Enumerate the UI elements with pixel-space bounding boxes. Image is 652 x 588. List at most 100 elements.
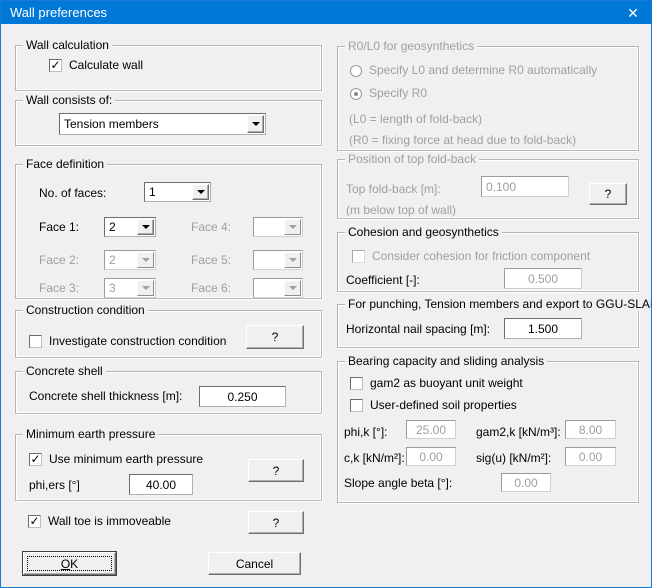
dropdown-button xyxy=(284,280,301,296)
checkbox-unchecked-icon[interactable] xyxy=(350,377,363,390)
sig-u-label: sig(u) [kN/m²]: xyxy=(476,452,551,465)
specify-l0-radio: Specify L0 and determine R0 automaticall… xyxy=(350,64,597,77)
checkbox-checked-icon[interactable]: ✓ xyxy=(28,515,41,528)
wall-toe-immoveable-checkbox[interactable]: ✓ Wall toe is immoveable xyxy=(28,515,171,528)
checkbox-unchecked-icon[interactable] xyxy=(29,335,42,348)
dropdown-button xyxy=(284,219,301,235)
face2-label: Face 2: xyxy=(39,254,79,267)
use-min-earth-pressure-checkbox[interactable]: ✓ Use minimum earth pressure xyxy=(29,453,203,466)
face6-dropdown xyxy=(253,278,303,298)
titlebar: Wall preferences ✕ xyxy=(1,1,651,24)
c-k-label: c,k [kN/m²]: xyxy=(344,452,405,465)
face1-label: Face 1: xyxy=(39,221,79,234)
checkbox-checked-icon[interactable]: ✓ xyxy=(49,59,62,72)
dropdown-button xyxy=(284,252,301,268)
chevron-down-icon xyxy=(289,286,297,294)
group-wall-consists-of: Wall consists of: Tension members xyxy=(15,100,322,146)
concrete-thickness-input[interactable] xyxy=(199,386,286,407)
dropdown-button[interactable] xyxy=(137,219,154,235)
wall-toe-help-button[interactable]: ? xyxy=(248,511,304,534)
no-of-faces-label: No. of faces: xyxy=(39,187,106,200)
l0-note: (L0 = length of fold-back) xyxy=(349,113,482,126)
face6-label: Face 6: xyxy=(191,282,231,295)
chevron-down-icon xyxy=(252,122,260,130)
checkbox-unchecked-icon xyxy=(352,250,365,263)
top-fold-back-note: (m below top of wall) xyxy=(346,204,456,217)
chevron-down-icon xyxy=(142,286,150,294)
top-fold-back-help-button[interactable]: ? xyxy=(589,183,627,205)
group-bearing-capacity: Bearing capacity and sliding analysis ga… xyxy=(337,361,639,503)
construction-help-button[interactable]: ? xyxy=(246,325,304,349)
consider-cohesion-checkbox: Consider cohesion for friction component xyxy=(352,250,590,263)
dropdown-button[interactable] xyxy=(247,115,264,133)
specify-r0-radio: Specify R0 xyxy=(350,87,427,100)
group-legend: Minimum earth pressure xyxy=(23,428,158,441)
face4-label: Face 4: xyxy=(191,221,231,234)
dropdown-button xyxy=(137,280,154,296)
calculate-wall-checkbox[interactable]: ✓ Calculate wall xyxy=(49,59,143,72)
face2-dropdown: 2 xyxy=(104,250,156,270)
face4-dropdown xyxy=(253,217,303,237)
group-legend: Bearing capacity and sliding analysis xyxy=(345,355,547,368)
gam2-k-input xyxy=(565,420,616,439)
r0-note: (R0 = fixing force at head due to fold-b… xyxy=(349,134,576,147)
top-fold-back-label: Top fold-back [m]: xyxy=(346,183,441,196)
min-earth-pressure-help-button[interactable]: ? xyxy=(248,459,304,482)
gam2-k-label: gam2,k [kN/m³]: xyxy=(476,426,561,439)
group-legend: Position of top fold-back xyxy=(345,153,479,166)
chevron-down-icon xyxy=(142,225,150,233)
phi-k-label: phi,k [°]: xyxy=(344,426,387,439)
phi-ers-input[interactable] xyxy=(129,474,193,495)
gam2-buoyant-checkbox[interactable]: gam2 as buoyant unit weight xyxy=(350,377,523,390)
group-r0-l0: R0/L0 for geosynthetics Specify L0 and d… xyxy=(337,46,639,151)
wall-preferences-dialog: Wall preferences ✕ Wall calculation ✓ Ca… xyxy=(0,0,652,588)
top-fold-back-input xyxy=(481,176,569,197)
group-legend: R0/L0 for geosynthetics xyxy=(345,40,477,53)
dropdown-button[interactable] xyxy=(192,184,209,200)
c-k-input xyxy=(406,447,456,466)
group-legend: Cohesion and geosynthetics xyxy=(345,226,502,239)
dropdown-button xyxy=(137,252,154,268)
face5-label: Face 5: xyxy=(191,254,231,267)
phi-ers-label: phi,ers [°] xyxy=(29,479,80,492)
cancel-button[interactable]: Cancel xyxy=(208,552,301,575)
group-top-fold-back: Position of top fold-back Top fold-back … xyxy=(337,159,639,219)
slope-angle-input xyxy=(501,473,551,492)
group-legend: Wall calculation xyxy=(23,39,112,52)
user-defined-soil-checkbox[interactable]: User-defined soil properties xyxy=(350,399,517,412)
nail-spacing-label: Horizontal nail spacing [m]: xyxy=(346,323,490,336)
no-of-faces-dropdown[interactable]: 1 xyxy=(144,182,211,202)
ok-button[interactable]: OK xyxy=(23,552,116,575)
coefficient-input xyxy=(504,268,582,289)
wall-consists-dropdown[interactable]: Tension members xyxy=(59,113,266,135)
coefficient-label: Coefficient [-]: xyxy=(346,274,420,287)
group-face-definition: Face definition No. of faces: 1 Face 1: … xyxy=(15,164,322,299)
checkbox-checked-icon[interactable]: ✓ xyxy=(29,453,42,466)
nail-spacing-input[interactable] xyxy=(504,318,582,339)
close-icon[interactable]: ✕ xyxy=(615,1,651,24)
group-minimum-earth-pressure: Minimum earth pressure ✓ Use minimum ear… xyxy=(15,434,322,501)
investigate-construction-checkbox[interactable]: Investigate construction condition xyxy=(29,335,226,348)
chevron-down-icon xyxy=(289,225,297,233)
group-wall-calculation: Wall calculation ✓ Calculate wall xyxy=(15,45,322,91)
group-construction-condition: Construction condition Investigate const… xyxy=(15,310,322,358)
group-punching: For punching, Tension members and export… xyxy=(337,304,639,348)
window-title: Wall preferences xyxy=(1,5,107,20)
phi-k-input xyxy=(406,420,456,439)
chevron-down-icon xyxy=(197,190,205,198)
group-legend: Concrete shell xyxy=(23,365,106,378)
sig-u-input xyxy=(565,447,616,466)
group-legend: Construction condition xyxy=(23,304,148,317)
chevron-down-icon xyxy=(142,258,150,266)
face3-label: Face 3: xyxy=(39,282,79,295)
group-cohesion: Cohesion and geosynthetics Consider cohe… xyxy=(337,232,639,292)
group-concrete-shell: Concrete shell Concrete shell thickness … xyxy=(15,371,322,414)
radio-unselected-icon xyxy=(350,65,362,77)
group-legend: Wall consists of: xyxy=(23,94,115,107)
slope-angle-label: Slope angle beta [°]: xyxy=(344,477,452,490)
checkbox-unchecked-icon[interactable] xyxy=(350,399,363,412)
concrete-thickness-label: Concrete shell thickness [m]: xyxy=(29,390,182,403)
chevron-down-icon xyxy=(289,258,297,266)
group-legend: Face definition xyxy=(23,158,107,171)
face1-dropdown[interactable]: 2 xyxy=(104,217,156,237)
